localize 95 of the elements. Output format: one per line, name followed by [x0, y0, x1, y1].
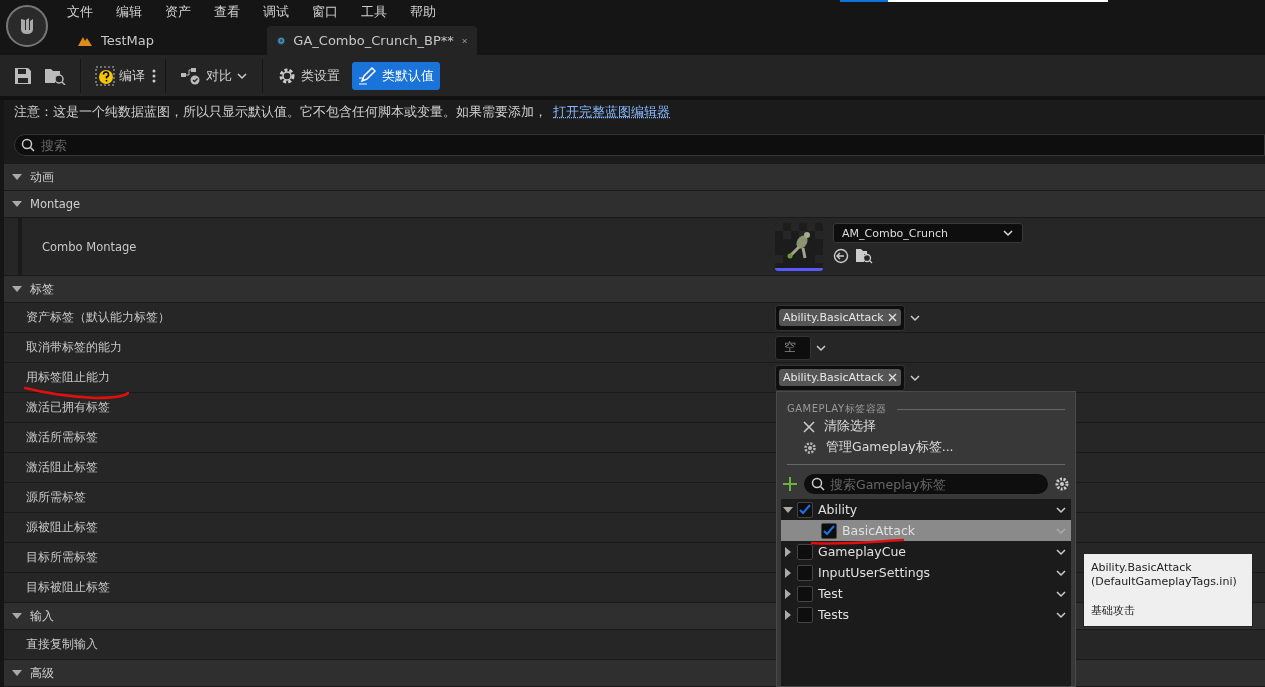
expand-arrow-icon[interactable]: [783, 546, 793, 557]
category-title: 标签: [30, 281, 54, 297]
collapse-arrow-icon[interactable]: [12, 668, 22, 678]
menu-item[interactable]: 编辑: [116, 3, 165, 21]
checkbox[interactable]: [797, 501, 813, 518]
document-tab[interactable]: TestMap: [67, 26, 267, 55]
expand-arrow-icon[interactable]: [783, 588, 793, 599]
pencil-icon: [358, 65, 378, 86]
chevron-down-icon: [1002, 227, 1014, 239]
category-title: Montage: [30, 197, 81, 211]
expand-arrow-icon[interactable]: [783, 567, 793, 578]
collapse-arrow-icon[interactable]: [12, 284, 22, 294]
class-defaults-button[interactable]: 类默认值: [352, 61, 440, 90]
property-label: 目标被阻止标签: [26, 580, 110, 595]
search-icon: [21, 138, 35, 152]
collapse-arrow-icon[interactable]: [12, 199, 22, 209]
category-header[interactable]: 动画: [4, 164, 1265, 191]
tag-name: GameplayCue: [818, 544, 908, 559]
tag-name: InputUserSettings: [818, 565, 932, 580]
checkbox[interactable]: [797, 606, 813, 623]
empty-tag-field[interactable]: 空: [775, 335, 811, 360]
close-icon[interactable]: [887, 373, 897, 382]
tab-label: GA_Combo_Crunch_BP**: [293, 33, 454, 48]
tag-tree-row[interactable]: GameplayCue: [781, 541, 1071, 562]
tag-chip[interactable]: Ability.BasicAttack: [779, 309, 901, 326]
tab-label: TestMap: [101, 33, 155, 48]
tag-tree-row[interactable]: Tests: [781, 604, 1071, 625]
tooltip-text: 基础攻击: [1091, 603, 1135, 618]
collapse-arrow-icon[interactable]: [12, 172, 22, 182]
checkbox[interactable]: [797, 564, 813, 581]
popup-heading: GAMEPLAY标签容器: [787, 402, 887, 416]
menu-item[interactable]: 调试: [263, 3, 312, 21]
manage-tags-item[interactable]: 管理Gameplay标签...: [777, 437, 1075, 458]
tag-name: Test: [818, 586, 844, 601]
category-title: 动画: [30, 169, 54, 185]
collapse-arrow-icon[interactable]: [12, 611, 22, 621]
tag-name: Tests: [818, 607, 851, 622]
notice-text: 注意：这是一个纯数据蓝图，所以只显示默认值。它不包含任何脚本或变量。如果需要添加，: [14, 104, 547, 121]
menu-item[interactable]: 窗口: [312, 3, 361, 21]
settings-icon[interactable]: [1054, 476, 1070, 492]
diff-button[interactable]: 对比: [174, 61, 254, 90]
category-header[interactable]: Montage: [4, 191, 1265, 218]
property-label: 源所需标签: [26, 490, 86, 505]
tag-container[interactable]: Ability.BasicAttack: [775, 304, 905, 331]
more-options-icon[interactable]: [151, 67, 157, 84]
tag-chip[interactable]: Ability.BasicAttack: [779, 369, 901, 386]
folder-search-icon[interactable]: [855, 248, 873, 264]
property-label: 直接复制输入: [26, 637, 98, 652]
close-icon: [803, 420, 815, 433]
menu-item[interactable]: 查看: [214, 3, 263, 21]
class-settings-button[interactable]: 类设置: [271, 61, 346, 90]
checkbox[interactable]: [797, 543, 813, 560]
property-label: 用标签阻止能力: [26, 370, 110, 385]
category-title: 高级: [30, 665, 54, 681]
folder-search-icon: [44, 66, 66, 85]
property-label: 目标所需标签: [26, 550, 98, 565]
property-label: 取消带标签的能力: [26, 340, 122, 355]
tag-name: Ability: [818, 502, 859, 517]
question-badge-icon: [95, 65, 115, 86]
menu-item[interactable]: 资产: [165, 3, 214, 21]
clear-selection-item[interactable]: 清除选择: [777, 416, 1075, 437]
diff-icon: [180, 66, 202, 85]
property-label: 激活阻止标签: [26, 460, 98, 475]
checkbox[interactable]: [821, 522, 837, 539]
tooltip-text: Ability.BasicAttack: [1091, 561, 1192, 576]
category-header[interactable]: 标签: [4, 276, 1265, 303]
settings-icon: [803, 440, 817, 455]
tag-container[interactable]: Ability.BasicAttack: [775, 364, 905, 391]
menu-item[interactable]: 文件: [67, 3, 116, 21]
asset-dropdown[interactable]: AM_Combo_Crunch: [833, 223, 1023, 243]
search-icon: [811, 477, 825, 491]
document-tab[interactable]: GA_Combo_Crunch_BP**: [267, 26, 477, 55]
tag-tree-row[interactable]: InputUserSettings: [781, 562, 1071, 583]
tooltip-text: (DefaultGameplayTags.ini): [1091, 575, 1237, 590]
property-label: 资产标签（默认能力标签）: [26, 310, 170, 325]
compile-button[interactable]: 编译: [89, 61, 151, 90]
tag-tree-row[interactable]: Ability: [781, 499, 1071, 520]
expand-arrow-icon[interactable]: [783, 609, 793, 620]
property-label: 源被阻止标签: [26, 520, 98, 535]
close-icon[interactable]: [887, 313, 897, 322]
logo-icon[interactable]: [6, 5, 48, 47]
property-label: 激活所需标签: [26, 430, 98, 445]
property-label: 激活已拥有标签: [26, 400, 110, 415]
checkbox[interactable]: [797, 585, 813, 602]
tag-tree-row[interactable]: Test: [781, 583, 1071, 604]
property-label: Combo Montage: [42, 239, 137, 254]
tag-search-field[interactable]: 搜索Gameplay标签: [804, 474, 1048, 494]
add-icon[interactable]: [782, 476, 798, 492]
editor-link[interactable]: 打开完整蓝图编辑器: [553, 104, 670, 121]
collapse-arrow-icon[interactable]: [783, 504, 793, 515]
tag-name: BasicAttack: [842, 523, 916, 538]
search-field[interactable]: 搜索: [14, 134, 1265, 156]
menu-item[interactable]: 帮助: [410, 3, 459, 21]
menu-item[interactable]: 工具: [361, 3, 410, 21]
category-title: 输入: [30, 608, 54, 624]
